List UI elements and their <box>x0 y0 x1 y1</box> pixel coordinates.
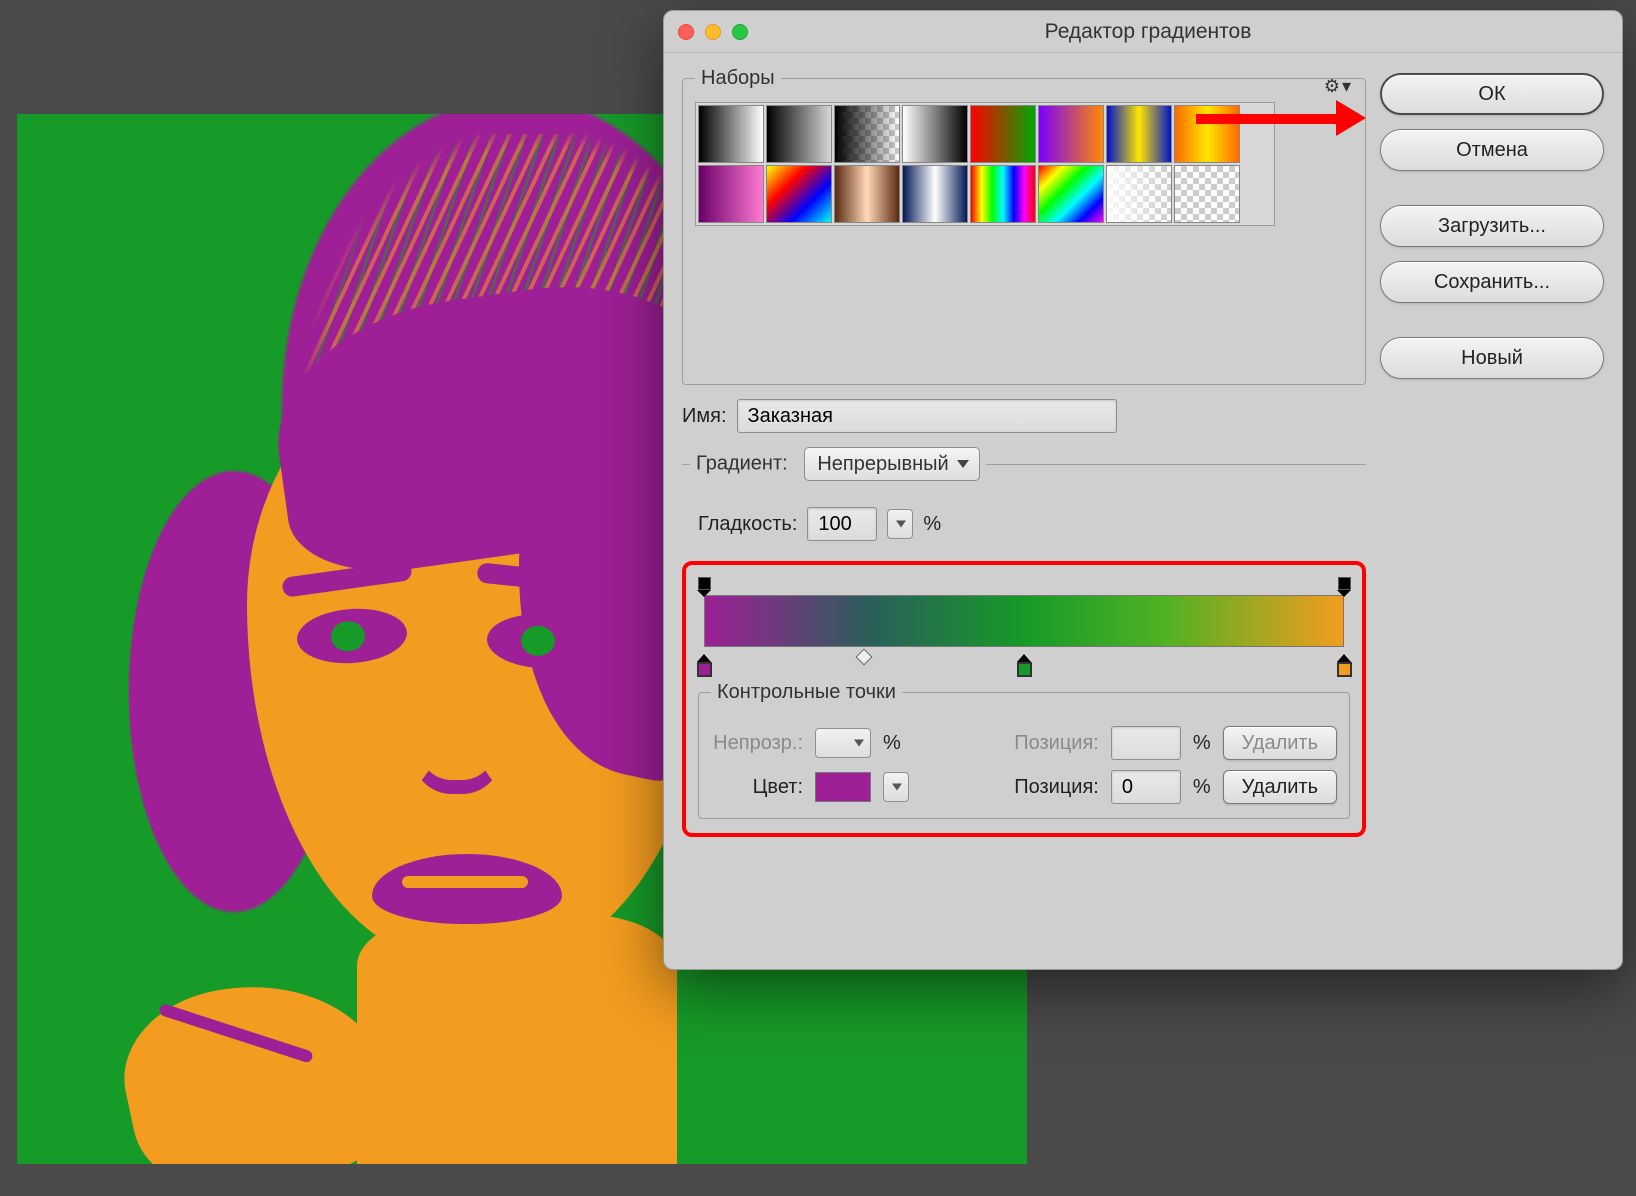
preset-swatch[interactable] <box>1174 165 1240 223</box>
preset-swatch[interactable] <box>970 105 1036 163</box>
presets-list[interactable] <box>695 102 1275 226</box>
opacity-row: Непрозр.: % Позиция: % Удалить <box>711 726 1337 760</box>
preset-swatch[interactable] <box>698 165 764 223</box>
dialog-title: Редактор градиентов <box>748 20 1548 44</box>
gradient-edit-area: Контрольные точки Непрозр.: % Позиция: %… <box>682 561 1366 837</box>
smoothness-row: Гладкость: % <box>698 507 1366 541</box>
color-picker-dropdown[interactable] <box>883 772 909 802</box>
color-label: Цвет: <box>711 776 803 799</box>
save-button[interactable]: Сохранить... <box>1380 261 1604 303</box>
name-row: Имя: <box>682 399 1366 433</box>
opacity-stop[interactable] <box>1335 577 1353 595</box>
minimize-icon[interactable] <box>705 24 721 40</box>
preset-swatch[interactable] <box>1038 105 1104 163</box>
presets-menu-button[interactable]: ⚙▾ <box>1324 76 1351 97</box>
opacity-pos-input <box>1111 726 1181 760</box>
opacity-delete-button: Удалить <box>1223 726 1337 760</box>
load-button[interactable]: Загрузить... <box>1380 205 1604 247</box>
gradient-type-group: Градиент: Непрерывный <box>682 447 1366 493</box>
ok-button[interactable]: ОК <box>1380 73 1604 115</box>
color-delete-button[interactable]: Удалить <box>1223 770 1337 804</box>
stops-legend: Контрольные точки <box>711 681 902 704</box>
preset-swatch[interactable] <box>834 165 900 223</box>
gradient-preview <box>704 595 1344 647</box>
opacity-pos-unit: % <box>1193 732 1211 755</box>
smoothness-unit: % <box>923 513 941 536</box>
color-swatch[interactable] <box>815 772 871 802</box>
preset-swatch[interactable] <box>698 105 764 163</box>
gradient-bar[interactable] <box>704 595 1344 647</box>
close-icon[interactable] <box>678 24 694 40</box>
color-pos-unit: % <box>1193 776 1211 799</box>
opacity-value <box>815 728 871 758</box>
midpoint-handle[interactable] <box>856 649 873 666</box>
gradient-type-label: Градиент: <box>696 453 788 475</box>
smoothness-input[interactable] <box>807 507 877 541</box>
preset-swatch[interactable] <box>902 165 968 223</box>
preset-swatch[interactable] <box>1106 105 1172 163</box>
dialog-buttons: ОК Отмена Загрузить... Сохранить... Новы… <box>1380 67 1604 951</box>
presets-legend: Наборы <box>695 67 781 90</box>
gradient-type-select[interactable]: Непрерывный <box>804 447 979 481</box>
presets-group: Наборы ⚙▾ <box>682 67 1366 385</box>
new-button[interactable]: Новый <box>1380 337 1604 379</box>
color-pos-label: Позиция: <box>1014 776 1099 799</box>
color-stop[interactable] <box>1335 654 1353 677</box>
smoothness-label: Гладкость: <box>698 513 797 536</box>
color-stop[interactable] <box>695 654 713 677</box>
stops-group: Контрольные точки Непрозр.: % Позиция: %… <box>698 681 1350 819</box>
preset-swatch[interactable] <box>970 165 1036 223</box>
preset-swatch[interactable] <box>1106 165 1172 223</box>
opacity-pos-label: Позиция: <box>1014 732 1099 755</box>
preset-swatch[interactable] <box>834 105 900 163</box>
name-label: Имя: <box>682 405 727 428</box>
color-stop[interactable] <box>1015 654 1033 677</box>
color-row: Цвет: Позиция: % Удалить <box>711 770 1337 804</box>
titlebar: Редактор градиентов <box>664 11 1622 53</box>
preset-swatch[interactable] <box>902 105 968 163</box>
preset-swatch[interactable] <box>1038 165 1104 223</box>
gradient-editor-dialog: Редактор градиентов Наборы ⚙▾ <box>663 10 1623 970</box>
opacity-label: Непрозр.: <box>711 732 803 755</box>
window-controls <box>678 24 748 40</box>
preset-swatch[interactable] <box>766 105 832 163</box>
zoom-icon[interactable] <box>732 24 748 40</box>
preset-swatch[interactable] <box>1174 105 1240 163</box>
gear-icon: ⚙ <box>1324 76 1340 97</box>
color-pos-input[interactable] <box>1111 770 1181 804</box>
opacity-unit: % <box>883 732 901 755</box>
cancel-button[interactable]: Отмена <box>1380 129 1604 171</box>
opacity-stop[interactable] <box>695 577 713 595</box>
name-input[interactable] <box>737 399 1117 433</box>
preset-swatch[interactable] <box>766 165 832 223</box>
smoothness-stepper[interactable] <box>887 509 913 539</box>
